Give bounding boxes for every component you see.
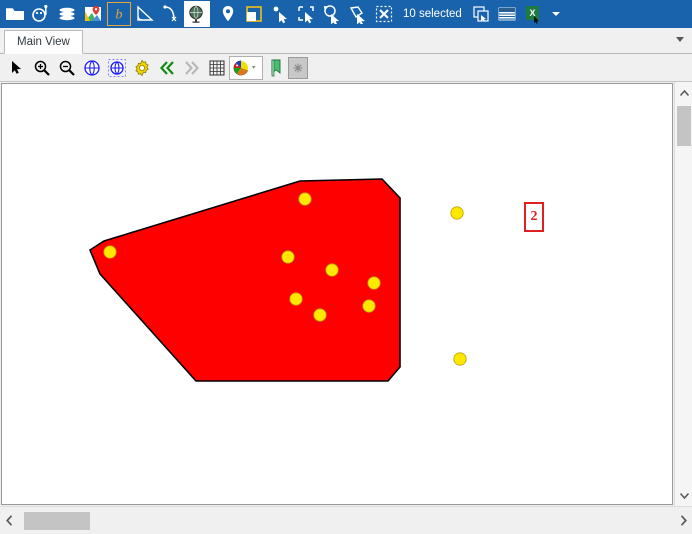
toolbar-overflow-caret[interactable] [546,1,566,27]
horizontal-scrollbar[interactable] [0,506,692,534]
vertical-scrollbar[interactable] [674,82,692,506]
point-feature[interactable] [289,292,303,306]
tab-main-view[interactable]: Main View [4,30,83,54]
basemap-icon[interactable]: b [106,1,132,27]
point-feature[interactable] [453,352,467,366]
horizontal-scroll-thumb[interactable] [24,511,90,530]
select-polygon-icon[interactable] [345,1,371,27]
scroll-left-icon[interactable] [0,508,18,534]
scroll-up-icon[interactable] [675,84,692,102]
layers-icon[interactable] [54,1,80,27]
attribute-table-icon[interactable] [494,1,520,27]
horizontal-scroll-track[interactable] [18,510,674,531]
color-palette-tool-icon[interactable] [28,1,54,27]
point-feature[interactable] [281,250,295,264]
location-pin-icon[interactable] [215,1,241,27]
point-feature[interactable] [362,299,376,313]
map-canvas[interactable]: 2 y x z 100m [1,83,673,505]
clear-selection-icon[interactable] [371,1,397,27]
open-folder-icon[interactable] [2,1,28,27]
view-toolbar [0,54,692,82]
zoom-out-icon[interactable] [54,56,79,80]
point-feature[interactable] [103,245,117,259]
globe-icon[interactable] [184,1,210,27]
point-feature[interactable] [298,192,312,206]
measure-angle-icon[interactable] [132,1,158,27]
zoom-in-icon[interactable] [29,56,54,80]
application-window: b 10 selected X Main View 2 [0,0,692,534]
chevron-down-icon[interactable] [676,37,684,42]
main-toolbar: b 10 selected X [0,0,692,28]
bookmark-icon[interactable] [263,56,288,80]
selected-polygon-feature [89,178,401,382]
export-excel-icon[interactable]: X [520,1,546,27]
scroll-down-icon[interactable] [675,486,692,504]
scroll-right-icon[interactable] [674,508,692,534]
point-feature[interactable] [313,308,327,322]
point-feature[interactable] [325,263,339,277]
map-geometry [89,178,467,382]
select-circle-icon[interactable] [319,1,345,27]
view-tabbar: Main View [0,28,692,54]
point-feature[interactable] [367,276,381,290]
extent-select-icon[interactable] [241,1,267,27]
svg-text:b: b [116,8,123,23]
point-feature[interactable] [450,206,464,220]
next-extent-icon[interactable] [179,56,204,80]
selection-status-label: 10 selected [403,8,462,20]
map-canvas-container: 2 y x z 100m [0,82,692,506]
copy-selection-icon[interactable] [468,1,494,27]
settings-gear-icon[interactable] [129,56,154,80]
grid-icon[interactable] [204,56,229,80]
symbol-palette-icon[interactable] [229,55,263,80]
zoom-selection-icon[interactable] [104,56,129,80]
svg-text:X: X [529,8,535,18]
select-point-icon[interactable] [267,1,293,27]
previous-extent-icon[interactable] [154,56,179,80]
snapshot-icon[interactable] [288,56,308,79]
feature-id-label: 2 [524,202,544,232]
measure-curve-icon[interactable] [158,1,184,27]
pan-arrow-icon[interactable] [4,56,29,80]
select-rectangle-icon[interactable] [293,1,319,27]
tab-main-view-label: Main View [17,36,70,48]
vertical-scroll-thumb[interactable] [677,106,691,146]
zoom-full-extent-icon[interactable] [79,56,104,80]
map-marker-icon[interactable] [80,1,106,27]
